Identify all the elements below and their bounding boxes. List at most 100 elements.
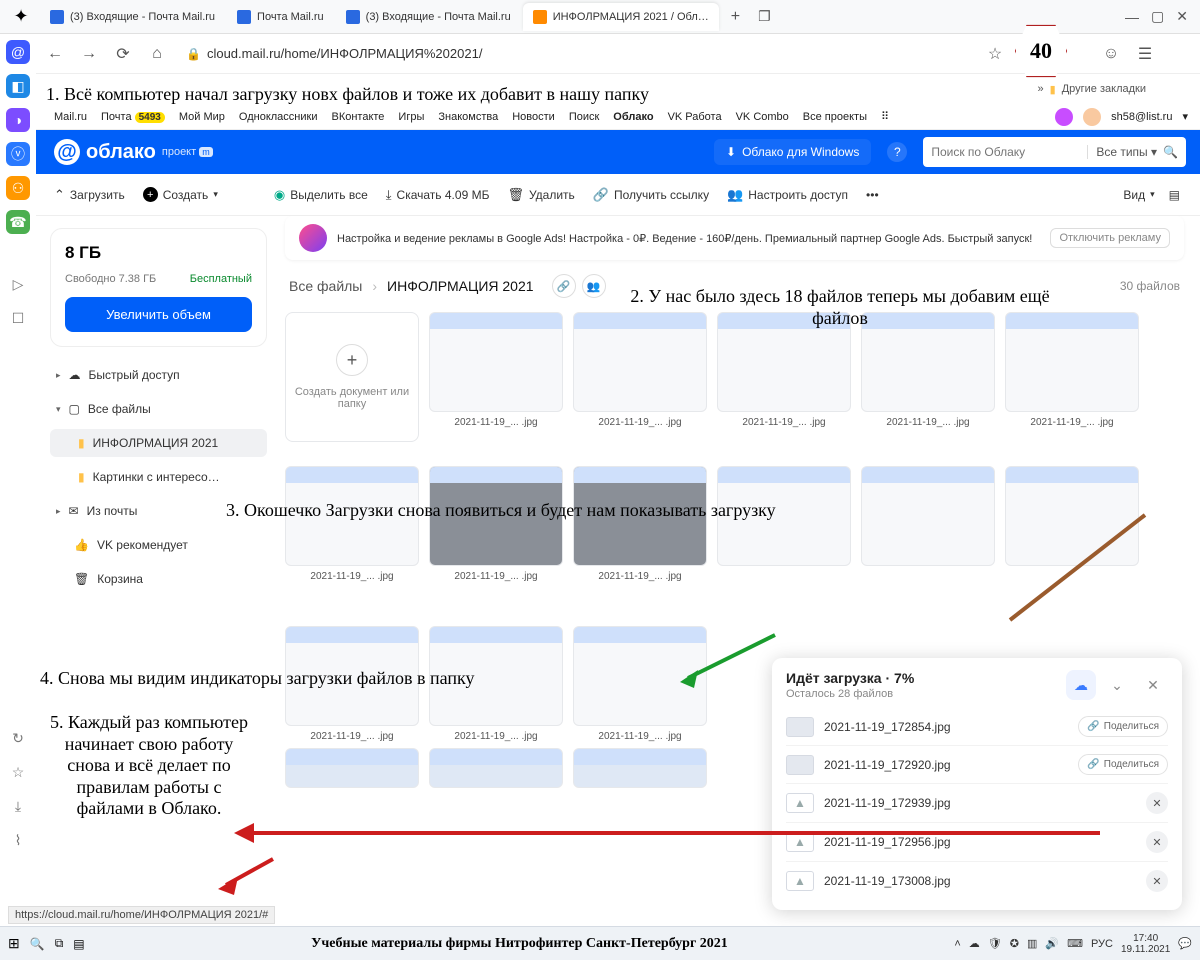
crumb-share-icon[interactable]: 👥 — [582, 274, 606, 298]
view-button[interactable]: Вид▾ — [1123, 188, 1154, 202]
nav-reload[interactable]: ⟳ — [112, 43, 134, 65]
topbar-vkcombo[interactable]: VK Combo — [736, 111, 789, 123]
window-maximize[interactable]: ▢ — [1151, 8, 1164, 25]
file-tile[interactable]: 2021-11-19_... .jpg — [573, 312, 707, 442]
upload-collapse-icon[interactable]: ⌄ — [1102, 670, 1132, 700]
os-icon-chat[interactable]: ☐ — [6, 306, 30, 330]
topbar-games[interactable]: Игры — [398, 111, 424, 123]
tray-notification-icon[interactable]: 💬 — [1178, 937, 1192, 950]
cancel-upload-button[interactable]: ✕ — [1146, 870, 1168, 892]
layout-icon[interactable]: ▤ — [1169, 188, 1180, 202]
os-icon-2[interactable]: ◧ — [6, 74, 30, 98]
file-tile[interactable]: 2021-11-19_... .jpg — [861, 312, 995, 442]
more-button[interactable]: ••• — [866, 188, 879, 202]
tab-overview-icon[interactable]: ❐ — [752, 8, 777, 25]
share-button[interactable]: 🔗 Поделиться — [1078, 754, 1168, 775]
browser-tab-1[interactable]: Почта Mail.ru — [227, 3, 334, 31]
topbar-pochta[interactable]: Почта 5493 — [101, 111, 165, 123]
tray-battery-icon[interactable]: ▥ — [1027, 937, 1037, 950]
nav-back[interactable]: ← — [44, 43, 66, 65]
os-icon-1[interactable]: @ — [6, 40, 30, 64]
file-tile[interactable] — [717, 466, 851, 582]
cloud-logo[interactable]: @ облако проект m — [54, 139, 213, 165]
url-input[interactable]: 🔒 cloud.mail.ru/home/ИНФОЛРМАЦИЯ%202021/ — [180, 46, 972, 61]
topbar-vk[interactable]: ВКонтакте — [331, 111, 384, 123]
tree-trash[interactable]: 🗑Корзина — [50, 565, 267, 593]
task-search-icon[interactable]: 🔍 — [30, 937, 45, 951]
os-link-icon[interactable]: ⌇ — [6, 828, 30, 852]
task-view-icon[interactable]: ⧉ — [55, 936, 64, 951]
tray-up-icon[interactable]: ˄ — [954, 938, 960, 950]
tray-lang[interactable]: РУС — [1091, 938, 1113, 950]
get-link-button[interactable]: 🔗Получить ссылку — [593, 187, 709, 203]
topbar-cloud[interactable]: Облако — [613, 111, 653, 123]
file-tile[interactable] — [573, 748, 707, 788]
create-button[interactable]: +Создать▾ — [143, 187, 218, 202]
tree-quick-access[interactable]: ▸☁Быстрый доступ — [50, 361, 267, 389]
file-tile[interactable]: 2021-11-19_... .jpg — [285, 466, 419, 582]
search-box[interactable]: Все типы ▾ 🔍 — [923, 137, 1186, 167]
file-tile[interactable]: 2021-11-19_... .jpg — [1005, 312, 1139, 442]
upload-cloud-icon[interactable]: ☁ — [1066, 670, 1096, 700]
avatar-1[interactable] — [1055, 108, 1073, 126]
tree-folder-active[interactable]: ▮ИНФОЛРМАЦИЯ 2021 — [50, 429, 267, 457]
topbar-search[interactable]: Поиск — [569, 111, 599, 123]
ad-disable-button[interactable]: Отключить рекламу — [1050, 228, 1170, 248]
topbar-news[interactable]: Новости — [512, 111, 555, 123]
tray-keyboard-icon[interactable]: ⌨ — [1067, 937, 1083, 950]
os-icon-5[interactable]: ⚇ — [6, 176, 30, 200]
os-icon-6[interactable]: ☎ — [6, 210, 30, 234]
file-tile[interactable]: 2021-11-19_... .jpg — [429, 466, 563, 582]
profile-icon[interactable]: ☺ — [1100, 43, 1122, 65]
file-tile[interactable]: 2021-11-19_... .jpg — [429, 312, 563, 442]
window-close[interactable]: ✕ — [1176, 8, 1188, 25]
file-tile[interactable] — [429, 748, 563, 788]
file-tile[interactable] — [285, 748, 419, 788]
upload-button[interactable]: ⌃Загрузить — [54, 187, 125, 203]
nav-home[interactable]: ⌂ — [146, 43, 168, 65]
os-icon-play[interactable]: ▷ — [6, 272, 30, 296]
bookmark-more[interactable]: » — [1038, 83, 1044, 95]
delete-button[interactable]: 🗑Удалить — [507, 187, 574, 203]
search-types-dropdown[interactable]: Все типы ▾ — [1087, 145, 1157, 159]
os-star-icon[interactable]: ☆ — [6, 760, 30, 784]
browser-tab-2[interactable]: (3) Входящие - Почта Mail.ru — [336, 3, 521, 31]
tree-vk[interactable]: 👍VK рекомендует — [50, 531, 267, 559]
user-dropdown-icon[interactable]: ▾ — [1182, 110, 1188, 123]
help-button[interactable]: ? — [887, 142, 907, 162]
download-windows-button[interactable]: ⬇Облако для Windows — [714, 139, 871, 165]
tree-folder-2[interactable]: ▮Картинки с интересо… — [50, 463, 267, 491]
create-tile[interactable]: +Создать документ или папку — [285, 312, 419, 442]
new-tab-button[interactable]: + — [721, 8, 750, 26]
topbar-ok[interactable]: Одноклассники — [239, 111, 318, 123]
file-tile[interactable]: 2021-11-19_... .jpg — [717, 312, 851, 442]
topbar-apps-icon[interactable]: ⠿ — [881, 110, 887, 123]
avatar-2[interactable] — [1083, 108, 1101, 126]
os-icon-3[interactable]: ◑ — [6, 108, 30, 132]
other-bookmarks[interactable]: Другие закладки — [1062, 83, 1146, 95]
download-button[interactable]: ⤓Скачать 4.09 МБ — [386, 187, 490, 203]
start-button[interactable]: ⊞ — [8, 935, 20, 952]
topbar-vkwork[interactable]: VK Работа — [668, 111, 722, 123]
crumb-root[interactable]: Все файлы — [289, 278, 362, 294]
share-button[interactable]: 🔗 Поделиться — [1078, 716, 1168, 737]
cancel-upload-button[interactable]: ✕ — [1146, 831, 1168, 853]
tray-shield-icon[interactable]: 🛡 — [988, 937, 1002, 950]
cancel-upload-button[interactable]: ✕ — [1146, 792, 1168, 814]
select-all-button[interactable]: ◉Выделить все — [274, 187, 368, 203]
topbar-all[interactable]: Все проекты — [803, 111, 867, 123]
tray-clock[interactable]: 17:4019.11.2021 — [1121, 933, 1170, 955]
tree-all-files[interactable]: ▾▢Все файлы — [50, 395, 267, 423]
favorite-star[interactable]: ☆ — [984, 43, 1006, 65]
search-input[interactable] — [931, 145, 1081, 159]
os-icon-4[interactable]: ⓥ — [6, 142, 30, 166]
topbar-moimir[interactable]: Мой Мир — [179, 111, 225, 123]
task-app-icon[interactable]: ▤ — [73, 937, 84, 951]
tray-volume-icon[interactable]: 🔊 — [1045, 937, 1059, 950]
os-download-icon[interactable]: ⤓ — [6, 794, 30, 818]
access-button[interactable]: 👥Настроить доступ — [727, 187, 848, 203]
topbar-mailru[interactable]: Mail.ru — [54, 111, 87, 123]
search-icon[interactable]: 🔍 — [1163, 145, 1178, 159]
os-history-icon[interactable]: ↻ — [6, 726, 30, 750]
upload-close-icon[interactable]: ✕ — [1138, 670, 1168, 700]
